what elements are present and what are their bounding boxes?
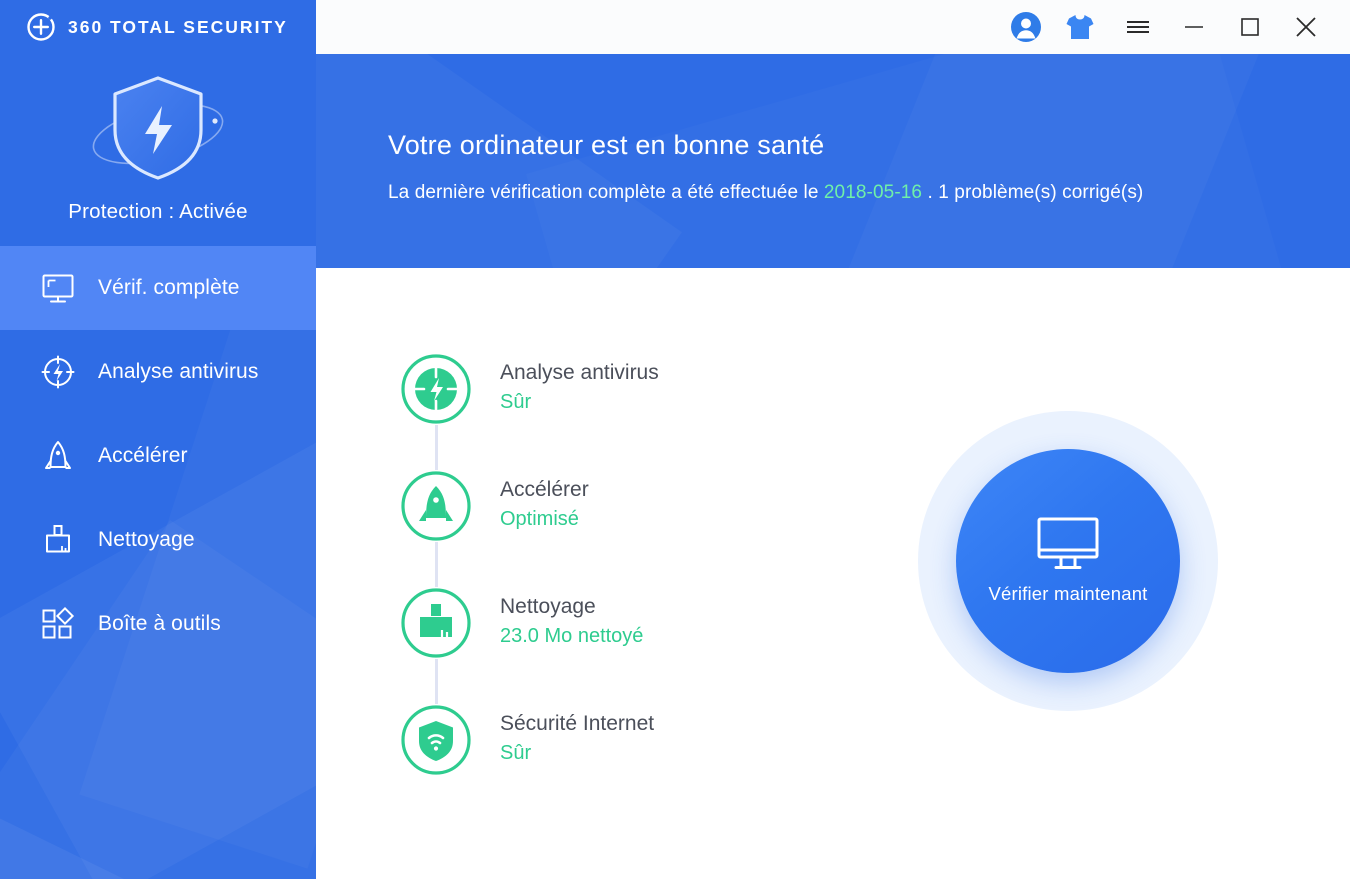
skin-theme-button[interactable] [1050, 0, 1110, 54]
status-item-value: Sûr [500, 739, 654, 767]
sidebar-item-label: Analyse antivirus [98, 360, 258, 384]
monitor-icon [40, 270, 76, 306]
status-connector [435, 542, 438, 587]
status-connector [435, 425, 438, 470]
status-item-name: Analyse antivirus [500, 359, 659, 388]
sidebar-item-label: Accélérer [98, 444, 188, 468]
rocket-filled-icon [400, 470, 472, 542]
minimize-icon [1183, 19, 1205, 35]
sidebar-item-verif-complete[interactable]: Vérif. complète [0, 246, 316, 330]
scan-button-area: Vérifier maintenant [918, 411, 1218, 711]
status-item-value: Optimisé [500, 505, 589, 533]
maximize-icon [1240, 17, 1260, 37]
status-icon-wrap [400, 587, 472, 659]
sidebar-item-boite-a-outils[interactable]: Boîte à outils [0, 582, 316, 666]
protection-status: Protection : Activée [0, 200, 316, 224]
brand: 360 TOTAL SECURITY [0, 0, 316, 54]
status-item-securite-internet[interactable]: Sécurité Internet Sûr [400, 704, 820, 821]
scan-target-filled-icon [400, 353, 472, 425]
minimize-button[interactable] [1166, 0, 1222, 54]
sidebar-item-nettoyage[interactable]: Nettoyage [0, 498, 316, 582]
sidebar-item-analyse-antivirus[interactable]: Analyse antivirus [0, 330, 316, 414]
360-plus-circle-icon [26, 12, 56, 42]
scan-target-icon [40, 354, 76, 390]
menu-button[interactable] [1110, 0, 1166, 54]
account-avatar-button[interactable] [1002, 0, 1050, 54]
broom-icon [40, 522, 76, 558]
last-scan-prefix: La dernière vérification complète a été … [388, 182, 824, 203]
sidebar-item-label: Nettoyage [98, 528, 195, 552]
shield-bolt-orbit-icon [83, 68, 233, 188]
shield-wifi-filled-icon [400, 704, 472, 776]
status-item-nettoyage[interactable]: Nettoyage 23.0 Mo nettoyé [400, 587, 820, 704]
main-area: Votre ordinateur est en bonne santé La d… [316, 0, 1350, 879]
status-list: Analyse antivirus Sûr [400, 353, 820, 821]
monitor-icon [1037, 517, 1099, 571]
dashboard-content: Analyse antivirus Sûr [316, 268, 1350, 879]
status-item-accelerer[interactable]: Accélérer Optimisé [400, 470, 820, 587]
status-item-name: Accélérer [500, 476, 589, 505]
status-item-value: Sûr [500, 388, 659, 416]
hamburger-menu-icon [1126, 19, 1150, 35]
rocket-icon [40, 438, 76, 474]
toolbox-icon [40, 606, 76, 642]
status-item-value: 23.0 Mo nettoyé [500, 622, 643, 650]
protection-block: Protection : Activée [0, 54, 316, 224]
sidebar-nav: Vérif. complète Analyse antivirus Accélé… [0, 246, 316, 666]
sidebar-item-label: Vérif. complète [98, 276, 240, 300]
status-icon-wrap [400, 470, 472, 542]
last-scan-info: La dernière vérification complète a été … [388, 182, 1350, 204]
status-item-name: Nettoyage [500, 593, 643, 622]
status-banner: Votre ordinateur est en bonne santé La d… [316, 54, 1350, 268]
app-window: 360 TOTAL SECURITY Protection : Activée [0, 0, 1350, 879]
status-item-name: Sécurité Internet [500, 710, 654, 739]
close-icon [1294, 15, 1318, 39]
t-shirt-icon [1064, 13, 1096, 41]
close-button[interactable] [1278, 0, 1334, 54]
status-icon-wrap [400, 704, 472, 776]
scan-now-button[interactable]: Vérifier maintenant [956, 449, 1180, 673]
last-scan-suffix: . 1 problème(s) corrigé(s) [922, 182, 1143, 203]
status-item-antivirus[interactable]: Analyse antivirus Sûr [400, 353, 820, 470]
broom-filled-icon [400, 587, 472, 659]
sidebar-item-accelerer[interactable]: Accélérer [0, 414, 316, 498]
maximize-button[interactable] [1222, 0, 1278, 54]
page-title: Votre ordinateur est en bonne santé [388, 54, 1350, 161]
title-bar [316, 0, 1350, 54]
sidebar: 360 TOTAL SECURITY Protection : Activée [0, 0, 316, 879]
status-connector [435, 659, 438, 704]
brand-name: 360 TOTAL SECURITY [68, 17, 288, 38]
user-avatar-icon [1010, 11, 1042, 43]
sidebar-item-label: Boîte à outils [98, 612, 221, 636]
status-icon-wrap [400, 353, 472, 425]
last-scan-date: 2018-05-16 [824, 182, 922, 203]
scan-now-label: Vérifier maintenant [988, 583, 1147, 605]
